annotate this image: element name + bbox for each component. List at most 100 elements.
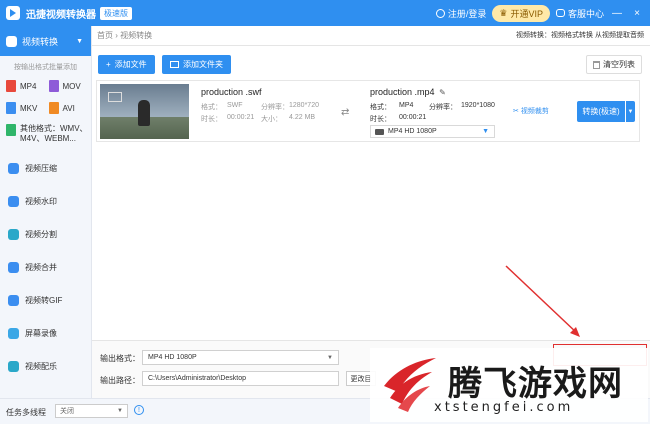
sidebar-item-video-convert[interactable]: 视频转换 ▼ bbox=[0, 26, 91, 56]
caret-down-icon: ▼ bbox=[117, 408, 123, 414]
trash-icon bbox=[593, 60, 600, 69]
sidebar-item-label: 视频合并 bbox=[25, 263, 57, 272]
multithread-value: 关闭 bbox=[60, 408, 74, 415]
sidebar-item-label: 视频转GIF bbox=[25, 296, 63, 305]
plus-icon: + bbox=[106, 60, 111, 69]
mkv-file-icon bbox=[6, 102, 16, 114]
source-resolution: 1280*720 bbox=[289, 102, 319, 109]
video-camera-icon bbox=[375, 128, 384, 135]
video-crop-link[interactable]: ✂ 视频裁剪 bbox=[513, 106, 549, 116]
video-thumbnail[interactable] bbox=[100, 84, 189, 139]
sidebar-item-music[interactable]: 视频配乐 bbox=[0, 350, 91, 383]
app-logo-icon bbox=[6, 6, 20, 20]
source-file-name: production .swf bbox=[201, 87, 262, 97]
caret-down-icon: ▼ bbox=[482, 128, 489, 135]
merge-icon bbox=[8, 262, 19, 273]
format-label: AVI bbox=[62, 103, 75, 113]
watermark-icon bbox=[8, 196, 19, 207]
service-label: 客服中心 bbox=[567, 8, 604, 19]
info-icon[interactable]: ! bbox=[134, 405, 144, 415]
output-path-value: C:\Users\Administrator\Desktop bbox=[148, 375, 247, 382]
target-resolution: 1920*1080 bbox=[461, 102, 495, 109]
clear-list-label: 清空列表 bbox=[603, 60, 635, 69]
preset-value: MP4 HD 1080P bbox=[388, 128, 437, 135]
format-mov[interactable]: MOV bbox=[48, 80, 92, 92]
format-subheading: 按输出格式批量添加 bbox=[14, 64, 77, 71]
convert-dropdown-button[interactable]: ▼ bbox=[626, 101, 635, 122]
sidebar-item-watermark[interactable]: 视频水印 bbox=[0, 185, 91, 218]
login-link[interactable]: 注册/登录 bbox=[435, 7, 487, 20]
record-icon bbox=[8, 328, 19, 339]
sidebar-item-label: 视频分割 bbox=[25, 230, 57, 239]
output-format-value: MP4 HD 1080P bbox=[148, 354, 197, 361]
login-label: 注册/登录 bbox=[447, 8, 487, 19]
source-size: 4.22 MB bbox=[289, 114, 316, 121]
split-icon bbox=[8, 229, 19, 240]
watermark-logo bbox=[384, 358, 436, 412]
format-mp4[interactable]: MP4 bbox=[6, 80, 49, 92]
file-row: production .swf 格式： SWF 分辨率： 1280*720 时长… bbox=[96, 80, 640, 142]
add-file-label: 添加文件 bbox=[114, 60, 147, 69]
watermark-url: xtstengfei.com bbox=[434, 400, 574, 415]
edition-badge: 极速版 bbox=[100, 6, 132, 20]
clear-list-button[interactable]: 清空列表 bbox=[586, 55, 642, 74]
output-format-label: 输出格式： bbox=[100, 354, 140, 363]
other-file-icon bbox=[6, 124, 16, 136]
title-bar: 迅捷视频转换器 极速版 注册/登录 ♛ 开通VIP 客服中心 — × bbox=[0, 0, 650, 26]
sidebar-item-to-gif[interactable]: 视频转GIF bbox=[0, 284, 91, 317]
source-duration-label: 时长： bbox=[201, 116, 222, 123]
thumbnail-hoop bbox=[108, 92, 122, 102]
sidebar-item-label: 视频配乐 bbox=[25, 362, 57, 371]
vip-button[interactable]: ♛ 开通VIP bbox=[492, 4, 550, 22]
scissors-icon: ✂ bbox=[513, 108, 519, 115]
preset-select[interactable]: MP4 HD 1080P ▼ bbox=[370, 125, 495, 138]
watermark-title: 腾飞游戏网 bbox=[448, 364, 623, 404]
pencil-icon[interactable]: ✎ bbox=[439, 88, 446, 97]
output-path-field[interactable]: C:\Users\Administrator\Desktop bbox=[142, 371, 339, 386]
vip-label: 开通VIP bbox=[510, 8, 543, 19]
compress-icon bbox=[8, 163, 19, 174]
format-avi[interactable]: AVI bbox=[48, 102, 92, 114]
convert-button[interactable]: 转换(极速) bbox=[577, 101, 625, 122]
folder-icon bbox=[170, 61, 179, 68]
sidebar-item-screen-record[interactable]: 屏幕录像 bbox=[0, 317, 91, 350]
source-resolution-label: 分辨率： bbox=[261, 104, 289, 111]
output-path-label: 输出路径： bbox=[100, 376, 140, 385]
format-label: MKV bbox=[20, 103, 38, 113]
sidebar-item-compress[interactable]: 视频压缩 bbox=[0, 152, 91, 185]
close-button[interactable]: × bbox=[630, 6, 644, 20]
caret-down-icon: ▼ bbox=[627, 108, 634, 115]
output-format-select[interactable]: MP4 HD 1080P ▼ bbox=[142, 350, 339, 365]
gif-icon bbox=[8, 295, 19, 306]
target-file-name: production .mp4 ✎ bbox=[370, 87, 446, 97]
other-formats-label: 其他格式：WMV、M4V、WEBM... bbox=[20, 124, 88, 143]
multithread-label: 任务多线程 bbox=[6, 408, 46, 417]
add-folder-button[interactable]: 添加文件夹 bbox=[162, 55, 231, 74]
app-title: 迅捷视频转换器 bbox=[26, 9, 96, 21]
sidebar-item-split[interactable]: 视频分割 bbox=[0, 218, 91, 251]
sidebar-item-merge[interactable]: 视频合并 bbox=[0, 251, 91, 284]
source-format: SWF bbox=[227, 102, 243, 109]
add-folder-label: 添加文件夹 bbox=[183, 60, 223, 69]
format-other[interactable]: 其他格式：WMV、M4V、WEBM... bbox=[0, 114, 91, 144]
music-icon bbox=[8, 361, 19, 372]
target-format: MP4 bbox=[399, 102, 414, 109]
format-label: MOV bbox=[62, 81, 81, 91]
breadcrumb: 首页 › 视频转换 bbox=[97, 31, 153, 40]
mp4-file-icon bbox=[6, 80, 16, 92]
format-mkv[interactable]: MKV bbox=[6, 102, 49, 114]
sidebar-item-label: 屏幕录像 bbox=[25, 329, 57, 338]
multithread-select[interactable]: 关闭 ▼ bbox=[55, 404, 128, 418]
format-label: MP4 bbox=[20, 81, 37, 91]
caret-down-icon: ▼ bbox=[327, 354, 333, 361]
add-file-button[interactable]: + 添加文件 bbox=[98, 55, 155, 74]
target-resolution-label: 分辨率： bbox=[429, 104, 457, 111]
sidebar-item-label: 视频水印 bbox=[25, 197, 57, 206]
video-convert-icon bbox=[6, 35, 17, 47]
target-duration: 00:00:21 bbox=[399, 114, 427, 121]
minimize-button[interactable]: — bbox=[610, 6, 624, 20]
sidebar: 视频转换 ▼ 按输出格式批量添加 MP4 MOV MKV AVI 其他格式：WM… bbox=[0, 26, 92, 398]
chat-icon bbox=[555, 9, 565, 17]
customer-service-link[interactable]: 客服中心 bbox=[555, 7, 604, 20]
mov-file-icon bbox=[48, 80, 59, 92]
